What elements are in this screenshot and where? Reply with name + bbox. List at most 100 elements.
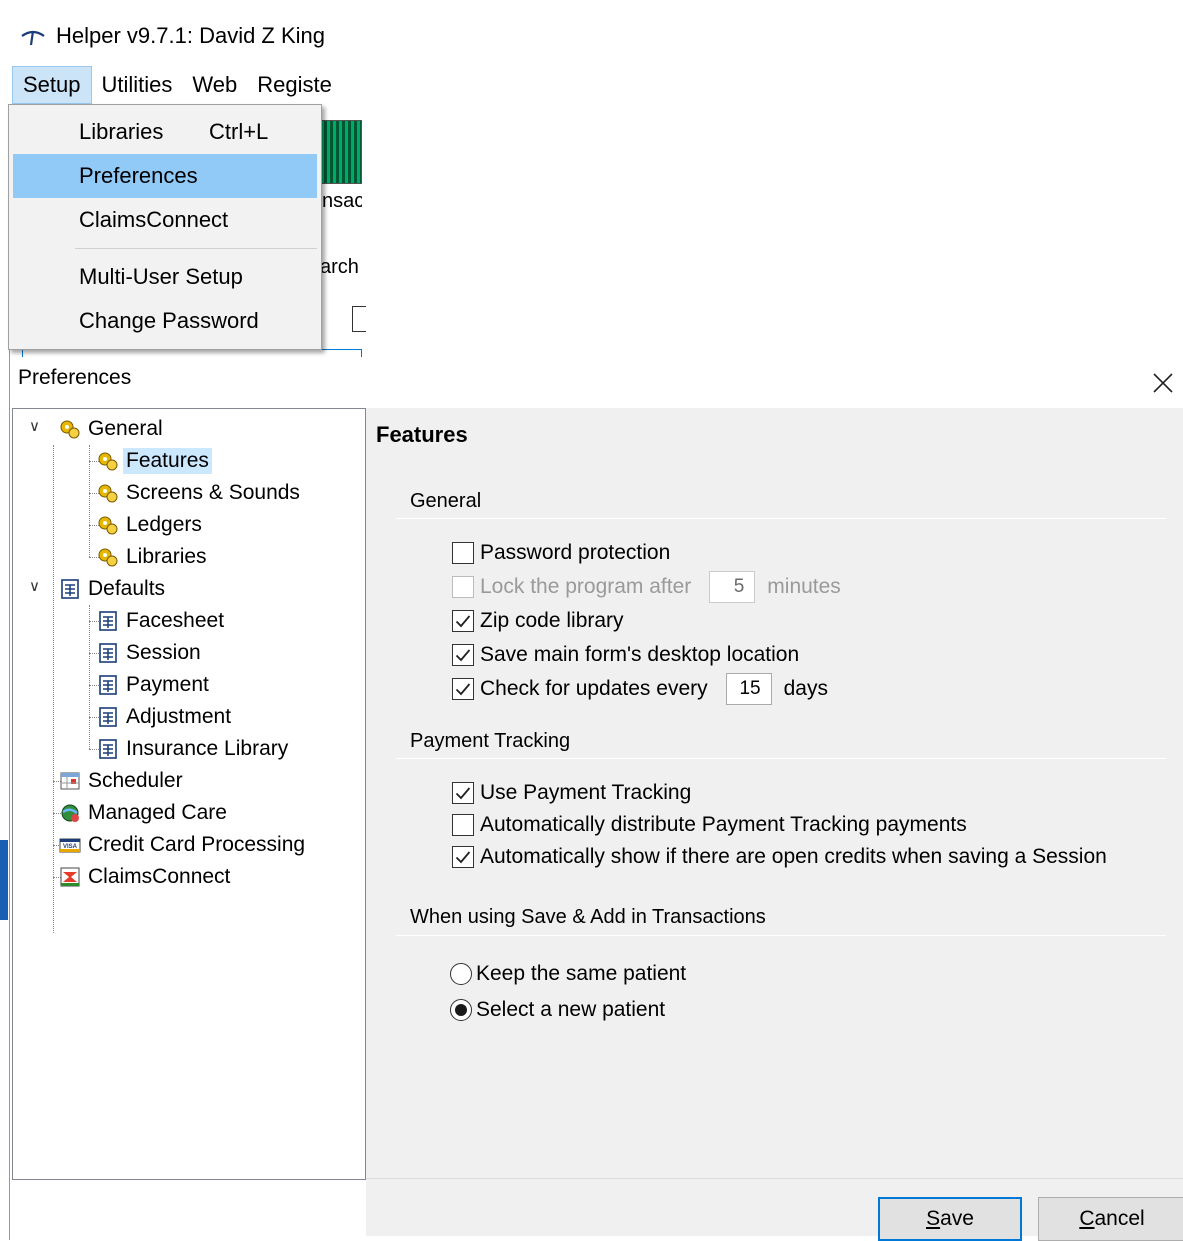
menu-register[interactable]: Registe: [247, 66, 342, 104]
tree-node-credit-card[interactable]: VISA Credit Card Processing: [59, 829, 308, 861]
lock-program-checkbox: [452, 576, 474, 598]
settings-panel: Features General Password protection Loc…: [366, 408, 1183, 1178]
password-protection-checkbox[interactable]: [452, 542, 474, 564]
tree-label: General: [88, 417, 163, 440]
use-payment-tracking-option[interactable]: Use Payment Tracking: [452, 778, 691, 808]
group-divider: [396, 518, 1166, 519]
zip-code-option[interactable]: Zip code library: [452, 606, 624, 636]
close-icon[interactable]: [1150, 370, 1176, 396]
menu-item-libraries-label: Libraries: [79, 119, 164, 144]
option-label: Lock the program after: [480, 575, 692, 598]
password-protection-option[interactable]: Password protection: [452, 538, 670, 568]
update-days-input[interactable]: 15: [725, 673, 772, 705]
document-form-icon: [99, 611, 117, 631]
gears-icon: [98, 516, 118, 535]
window-edge: [0, 350, 10, 1240]
option-label: Save main form's desktop location: [480, 643, 800, 666]
group-divider: [396, 758, 1166, 759]
menu-item-libraries[interactable]: Libraries Ctrl+L: [13, 110, 317, 154]
tree-label: Payment: [126, 673, 209, 696]
tree-node-scheduler[interactable]: Scheduler: [59, 765, 186, 797]
tree-node-adjustment[interactable]: Adjustment: [97, 701, 234, 733]
select-new-patient-option[interactable]: Select a new patient: [450, 995, 665, 1025]
auto-distribute-checkbox[interactable]: [452, 814, 474, 836]
checkbox-fragment: [352, 306, 366, 332]
menu-item-change-password[interactable]: Change Password: [13, 299, 317, 343]
tree-node-ledgers[interactable]: Ledgers: [97, 509, 205, 541]
document-form-icon: [99, 739, 117, 759]
tree-node-facesheet[interactable]: Facesheet: [97, 605, 227, 637]
save-location-checkbox[interactable]: [452, 644, 474, 666]
menu-item-multi-user-label: Multi-User Setup: [79, 264, 243, 289]
auto-distribute-option[interactable]: Automatically distribute Payment Trackin…: [452, 810, 967, 840]
group-divider: [396, 935, 1166, 936]
panel-heading: Features: [376, 422, 468, 447]
check-updates-checkbox[interactable]: [452, 678, 474, 700]
menu-item-change-password-label: Change Password: [79, 308, 259, 333]
option-label: Automatically show if there are open cre…: [480, 845, 1107, 868]
app-title-bar: Helper v9.7.1: David Z King: [20, 20, 325, 52]
tree-line: [89, 605, 90, 749]
menu-item-preferences[interactable]: Preferences: [13, 154, 317, 198]
select-new-patient-radio[interactable]: [450, 999, 472, 1021]
tree-node-general[interactable]: General: [59, 413, 166, 445]
keep-same-patient-radio[interactable]: [450, 963, 472, 985]
check-updates-option[interactable]: Check for updates every 15 days: [452, 673, 828, 705]
menu-item-multi-user-setup[interactable]: Multi-User Setup: [13, 255, 317, 299]
tree-label: Defaults: [88, 577, 166, 600]
document-form-icon: [99, 675, 117, 695]
collapse-defaults-chevron-icon[interactable]: ∨: [29, 577, 40, 595]
tree-node-screens-sounds[interactable]: Screens & Sounds: [97, 477, 303, 509]
menu-item-libraries-shortcut: Ctrl+L: [209, 119, 269, 144]
transactions-toolbar-icon[interactable]: [320, 120, 362, 184]
radio-selected-dot: [455, 1004, 467, 1016]
tree-label: Facesheet: [126, 609, 225, 632]
cancel-button[interactable]: Cancel: [1038, 1197, 1183, 1241]
tree-label: Features: [123, 448, 212, 474]
helper-logo-icon: [21, 30, 45, 46]
cancel-accelerator: C: [1079, 1207, 1095, 1230]
input-field-fragment: [22, 349, 362, 357]
visa-card-icon: VISA: [59, 838, 81, 853]
keep-same-patient-option[interactable]: Keep the same patient: [450, 959, 686, 989]
tree-node-payment[interactable]: Payment: [97, 669, 212, 701]
menu-setup[interactable]: Setup: [12, 66, 92, 104]
tree-line: [53, 445, 54, 933]
menu-utilities[interactable]: Utilities: [92, 66, 183, 104]
calendar-icon: [60, 772, 80, 790]
show-open-credits-checkbox[interactable]: [452, 846, 474, 868]
tree-node-defaults[interactable]: Defaults: [59, 573, 168, 605]
tree-label: Scheduler: [88, 769, 183, 792]
tree-label: Credit Card Processing: [88, 833, 306, 856]
menu-item-claimsconnect[interactable]: ClaimsConnect: [13, 198, 317, 242]
menu-web[interactable]: Web: [182, 66, 247, 104]
option-label: Password protection: [480, 541, 671, 564]
option-label: Zip code library: [480, 609, 624, 632]
menu-item-preferences-label: Preferences: [79, 163, 198, 188]
option-label: Keep the same patient: [476, 962, 687, 985]
document-form-icon: [99, 707, 117, 727]
tree-node-managed-care[interactable]: Managed Care: [59, 797, 230, 829]
menu-separator: [75, 248, 317, 249]
dialog-footer: Save Cancel: [366, 1178, 1183, 1241]
use-payment-tracking-checkbox[interactable]: [452, 782, 474, 804]
toolbar-label-fragment: nsac: [322, 190, 362, 212]
show-open-credits-option[interactable]: Automatically show if there are open cre…: [452, 842, 1107, 872]
gears-icon: [98, 452, 118, 471]
option-label: Use Payment Tracking: [480, 781, 692, 804]
setup-dropdown-menu: Libraries Ctrl+L Preferences ClaimsConne…: [8, 104, 322, 350]
zip-code-checkbox[interactable]: [452, 610, 474, 632]
save-label: ave: [940, 1207, 974, 1230]
tree-label: Libraries: [126, 545, 207, 568]
save-location-option[interactable]: Save main form's desktop location: [452, 640, 799, 670]
save-button[interactable]: Save: [878, 1197, 1022, 1241]
tree-node-insurance-library[interactable]: Insurance Library: [97, 733, 291, 765]
tree-node-features[interactable]: Features: [97, 445, 212, 477]
collapse-general-chevron-icon[interactable]: ∨: [29, 417, 40, 435]
tree-node-libraries[interactable]: Libraries: [97, 541, 210, 573]
lock-minutes-input: 5: [709, 571, 756, 603]
tree-node-claimsconnect[interactable]: ClaimsConnect: [59, 861, 233, 893]
tree-label: Session: [126, 641, 201, 664]
tree-node-session[interactable]: Session: [97, 637, 204, 669]
app-title: Helper v9.7.1: David Z King: [56, 23, 326, 48]
